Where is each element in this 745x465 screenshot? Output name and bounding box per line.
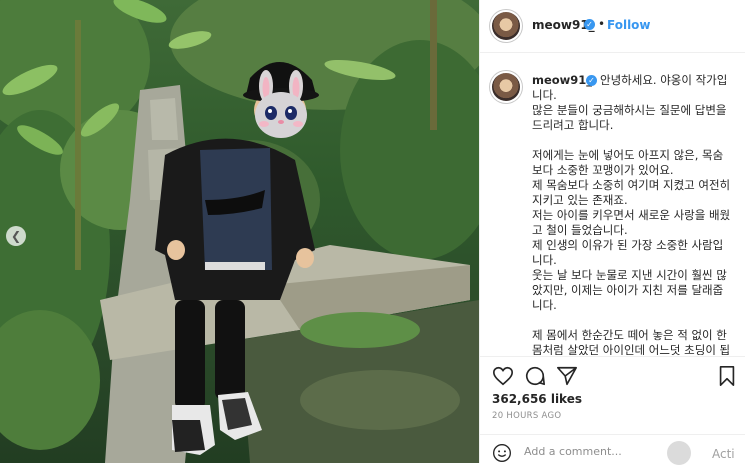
- post-photo-scene: [0, 0, 479, 463]
- share-icon[interactable]: [556, 365, 578, 387]
- action-bar: [480, 356, 745, 397]
- overlay-text: Acti: [712, 447, 735, 461]
- instagram-post: ❮ meow91_ ✓ • Follow meow91_ ✓ 안녕하세요. 야옹…: [0, 0, 745, 465]
- comment-icon[interactable]: [524, 365, 546, 387]
- follow-button[interactable]: Follow: [607, 18, 651, 32]
- post-side-panel: meow91_ ✓ • Follow meow91_ ✓ 안녕하세요. 야옹이 …: [479, 0, 745, 465]
- post-photo[interactable]: ❮: [0, 0, 479, 463]
- overlay-circle: [667, 441, 691, 465]
- avatar[interactable]: [492, 12, 520, 40]
- likes-count[interactable]: 362,656 likes: [492, 392, 582, 406]
- carousel-prev-button[interactable]: ❮: [6, 226, 26, 246]
- post-header: meow91_ ✓ • Follow: [480, 0, 745, 53]
- verified-badge-icon: ✓: [584, 19, 595, 30]
- comment-bar: [480, 434, 745, 464]
- caption-avatar[interactable]: [492, 73, 520, 101]
- bookmark-icon[interactable]: [716, 365, 738, 387]
- post-timestamp[interactable]: 20 HOURS AGO: [492, 411, 561, 421]
- emoji-icon[interactable]: [492, 443, 512, 463]
- caption-area[interactable]: meow91_ ✓ 안녕하세요. 야옹이 작가입니다. 많은 분들이 궁금해하시…: [480, 53, 745, 355]
- separator-dot: •: [598, 17, 606, 31]
- comment-input[interactable]: [522, 444, 666, 459]
- caption-text: 안녕하세요. 야옹이 작가입니다. 많은 분들이 궁금해하시는 질문에 답변을 …: [532, 73, 731, 355]
- heart-icon[interactable]: [492, 365, 514, 387]
